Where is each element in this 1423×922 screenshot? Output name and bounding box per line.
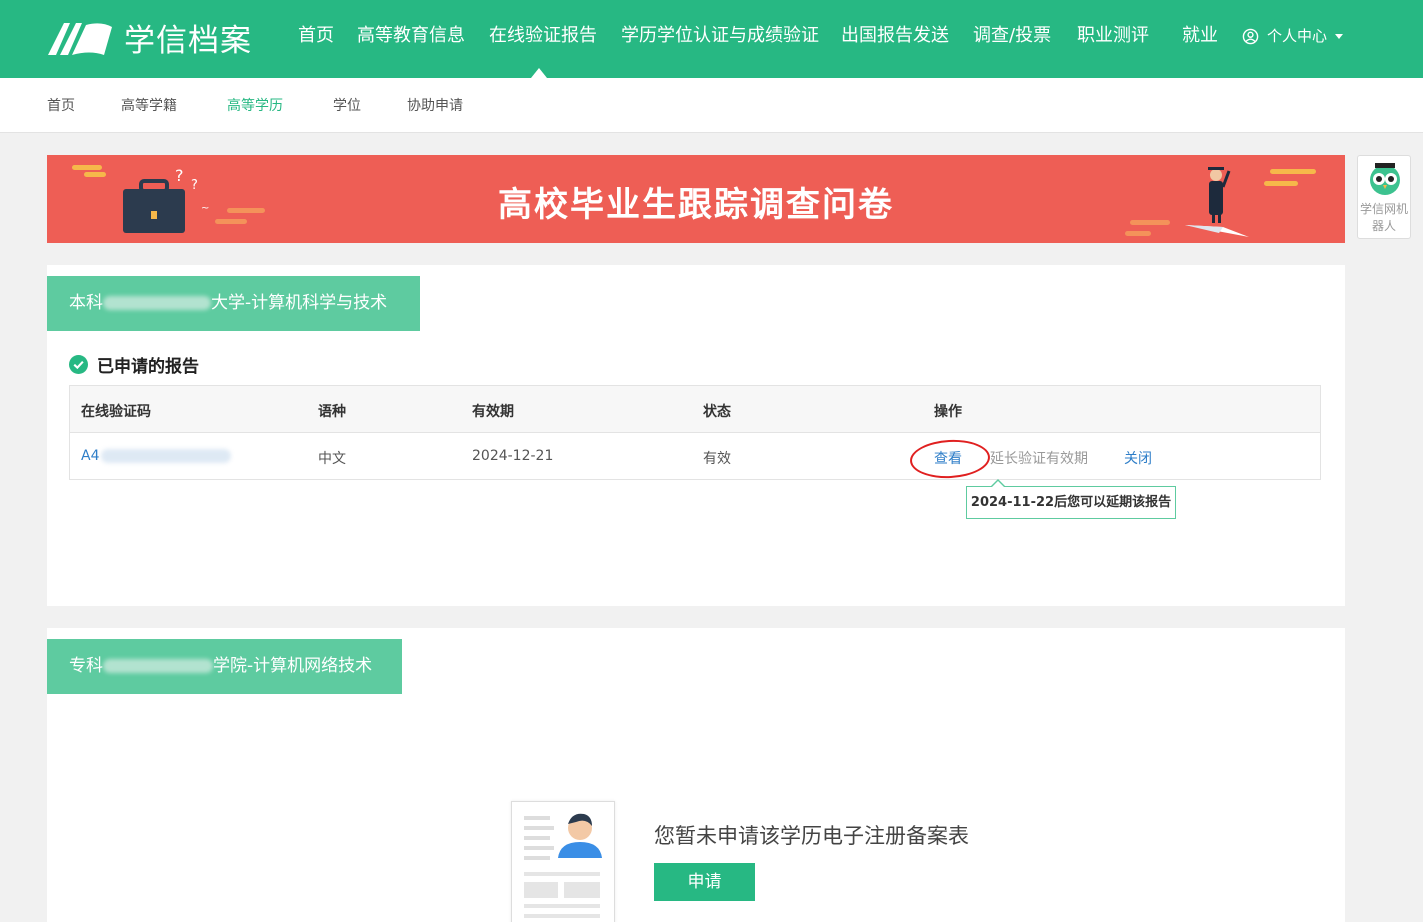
nav-home[interactable]: 首页 bbox=[298, 22, 334, 50]
check-circle-icon bbox=[69, 354, 88, 374]
active-nav-indicator bbox=[531, 68, 547, 78]
cloud-decoration bbox=[1125, 231, 1151, 236]
resume-avatar-icon bbox=[524, 813, 602, 918]
cloud-decoration bbox=[1270, 169, 1316, 174]
header-language: 语种 bbox=[318, 404, 346, 420]
close-report-link[interactable]: 关闭 bbox=[1124, 448, 1152, 468]
empty-state-message: 您暂未申请该学历电子注册备案表 bbox=[654, 824, 969, 848]
cloud-decoration bbox=[72, 165, 102, 170]
school-major-label: 大学-计算机科学与技术 bbox=[211, 293, 388, 313]
subnav-student-status[interactable]: 高等学籍 bbox=[121, 95, 177, 115]
graduate-paper-plane-icon bbox=[1185, 167, 1249, 237]
redacted-school-name bbox=[103, 296, 211, 310]
nav-online-verification-report[interactable]: 在线验证报告 bbox=[489, 22, 597, 50]
row-status: 有效 bbox=[703, 451, 731, 467]
degree-level-label: 本科 bbox=[69, 293, 103, 313]
reports-table: 在线验证码 语种 有效期 状态 操作 A4 中文 2024-12-21 有效 查… bbox=[69, 385, 1321, 481]
table-header: 在线验证码 语种 有效期 状态 操作 bbox=[70, 386, 1320, 433]
row-expiry: 2024-12-21 bbox=[472, 448, 554, 464]
book-logo-icon bbox=[48, 23, 112, 55]
associate-record-tag: 专科 学院-计算机网络技术 bbox=[47, 639, 402, 694]
section-title-text: 已申请的报告 bbox=[97, 356, 199, 377]
robot-assistant-button[interactable]: 学信网机器人 bbox=[1357, 155, 1411, 239]
top-navbar: 学信档案 首页 高等教育信息 在线验证报告 学历学位认证与成绩验证 出国报告发送… bbox=[0, 0, 1423, 78]
nav-employment[interactable]: 就业 bbox=[1182, 22, 1218, 50]
survey-banner[interactable]: ? ? ~ 高校毕业生跟踪调查问卷 bbox=[47, 155, 1345, 243]
header-verification-code: 在线验证码 bbox=[81, 404, 151, 420]
user-center-menu[interactable]: 个人中心 bbox=[1242, 22, 1344, 50]
header-expiry: 有效期 bbox=[472, 404, 514, 420]
cloud-decoration bbox=[1264, 181, 1298, 186]
banner-title: 高校毕业生跟踪调查问卷 bbox=[498, 185, 894, 225]
robot-label: 学信网机器人 bbox=[1359, 202, 1408, 233]
nav-degree-certification[interactable]: 学历学位认证与成绩验证 bbox=[621, 22, 819, 50]
verification-code-link[interactable]: A4 bbox=[81, 448, 232, 464]
degree-level-label: 专科 bbox=[69, 656, 103, 676]
redacted-code bbox=[101, 449, 232, 463]
chevron-down-icon bbox=[1335, 33, 1344, 39]
school-major-label: 学院-计算机网络技术 bbox=[213, 656, 373, 676]
header-actions: 操作 bbox=[934, 404, 962, 420]
cloud-decoration bbox=[1130, 220, 1170, 225]
subnav-assisted-application[interactable]: 协助申请 bbox=[407, 95, 463, 115]
bachelor-record-card: 本科 大学-计算机科学与技术 已申请的报告 在线验证码 语种 有效期 状态 操作 … bbox=[47, 265, 1345, 606]
user-center-label: 个人中心 bbox=[1267, 27, 1328, 45]
apply-button[interactable]: 申请 bbox=[654, 863, 755, 901]
empty-document-icon bbox=[511, 801, 615, 922]
extend-tooltip: 2024-11-22后您可以延期该报告 bbox=[966, 479, 1176, 519]
applied-reports-title: 已申请的报告 bbox=[69, 353, 199, 377]
header-status: 状态 bbox=[703, 404, 731, 420]
brand-logo[interactable]: 学信档案 bbox=[46, 14, 252, 60]
nav-overseas-report[interactable]: 出国报告发送 bbox=[841, 22, 949, 50]
redacted-school-name bbox=[103, 659, 213, 673]
bachelor-record-tag: 本科 大学-计算机科学与技术 bbox=[47, 276, 420, 331]
row-language: 中文 bbox=[318, 451, 346, 467]
associate-record-card: 专科 学院-计算机网络技术 您暂未申请该学历电子注册备案表 申请 bbox=[47, 628, 1345, 922]
robot-owl-icon bbox=[1370, 163, 1400, 195]
nav-survey-vote[interactable]: 调查/投票 bbox=[973, 22, 1051, 50]
extend-validity-link[interactable]: 延长验证有效期 bbox=[990, 448, 1088, 468]
user-circle-icon bbox=[1242, 28, 1259, 44]
brand-name: 学信档案 bbox=[124, 22, 252, 59]
subnav-home[interactable]: 首页 bbox=[47, 95, 75, 115]
subnav-degree[interactable]: 学位 bbox=[333, 95, 361, 115]
nav-career-assessment[interactable]: 职业测评 bbox=[1077, 22, 1149, 50]
sub-navbar: 首页 高等学籍 高等学历 学位 协助申请 bbox=[0, 78, 1423, 133]
nav-higher-education-info[interactable]: 高等教育信息 bbox=[357, 22, 465, 50]
highlight-circle-annotation bbox=[909, 437, 991, 481]
subnav-academic-degree[interactable]: 高等学历 bbox=[227, 95, 283, 115]
